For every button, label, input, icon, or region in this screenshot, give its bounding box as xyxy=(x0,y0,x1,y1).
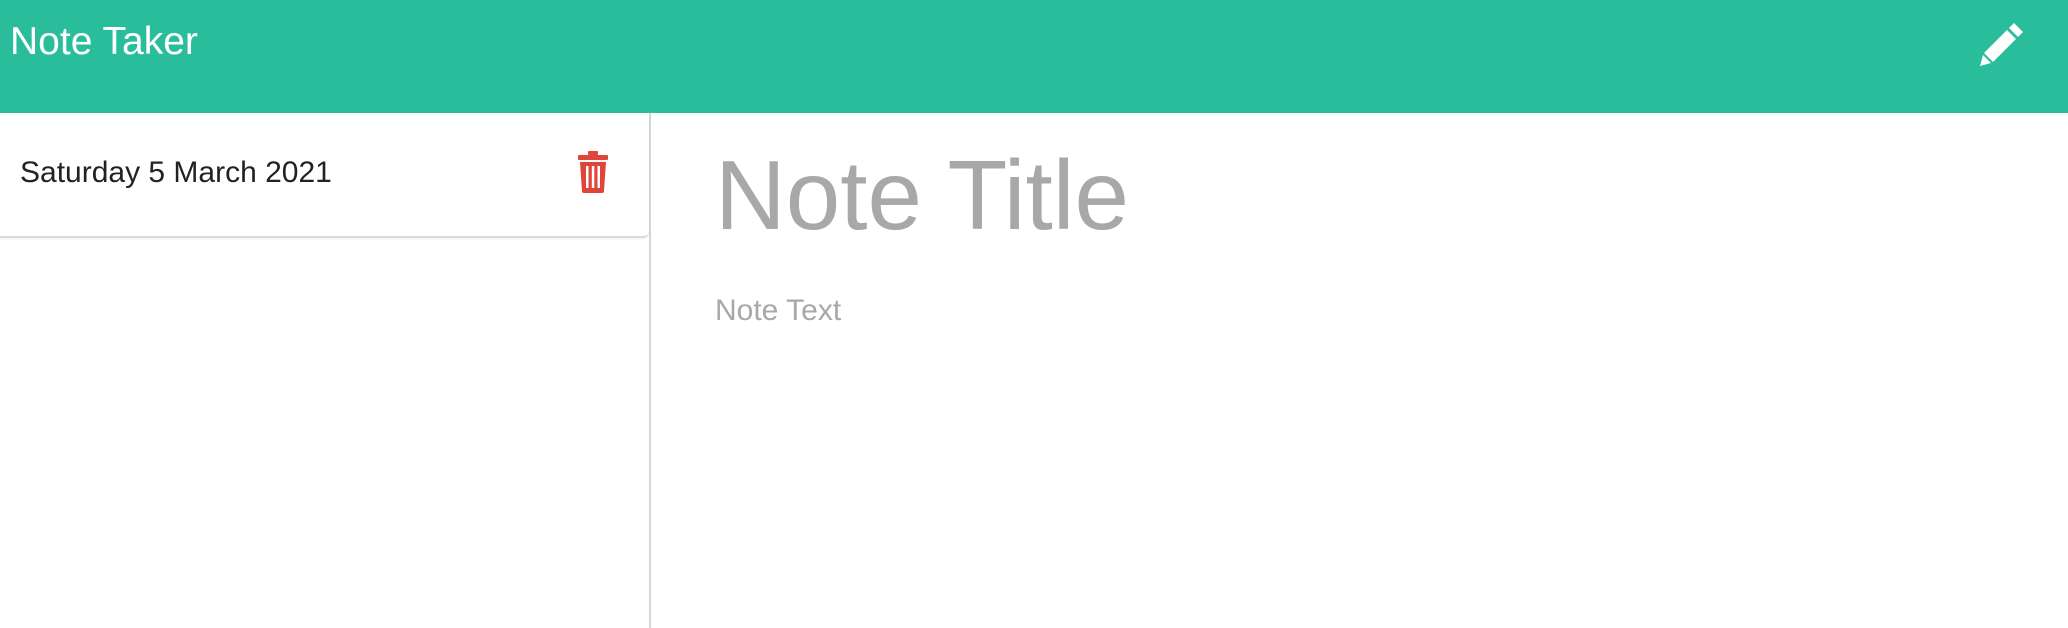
delete-note-button[interactable] xyxy=(576,151,610,193)
note-title-input[interactable] xyxy=(715,135,2015,255)
note-text-input[interactable] xyxy=(715,291,2015,591)
note-list-item-title: Saturday 5 March 2021 xyxy=(20,156,332,189)
note-list-item[interactable]: Saturday 5 March 2021 xyxy=(0,113,649,238)
new-note-button[interactable] xyxy=(1972,12,2034,74)
navbar: Note Taker xyxy=(0,0,2068,113)
pencil-icon xyxy=(1980,23,2023,66)
app-title[interactable]: Note Taker xyxy=(10,18,198,66)
trash-icon xyxy=(578,151,608,193)
notes-sidebar: Saturday 5 March 2021 xyxy=(0,113,651,628)
note-editor xyxy=(653,113,2068,628)
